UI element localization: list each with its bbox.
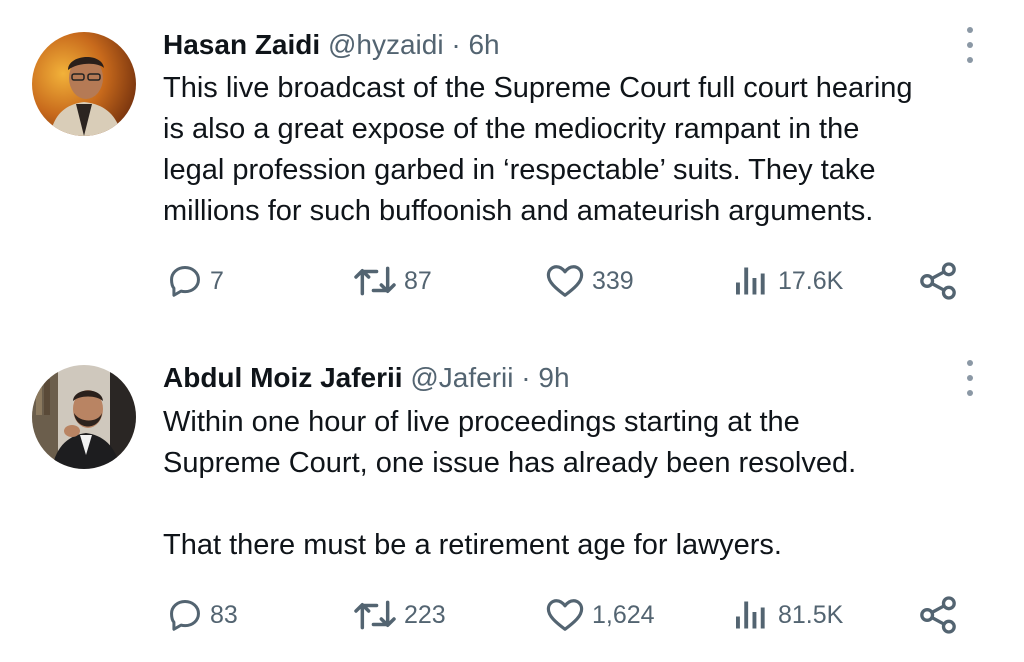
reply-count: 7 <box>210 266 224 295</box>
like-count: 1,624 <box>592 600 655 629</box>
timestamp[interactable]: 9h <box>538 362 569 393</box>
tweet-header: Abdul Moiz Jaferii @Jaferii · 9h <box>163 362 570 394</box>
views-icon <box>736 267 765 295</box>
share-icon <box>920 262 956 300</box>
tweet-actions: 7 87 339 17.6K <box>0 261 1024 301</box>
like-count: 339 <box>592 266 634 295</box>
views-count: 17.6K <box>778 266 844 295</box>
like-button[interactable]: 1,624 <box>544 595 655 635</box>
views-icon <box>736 601 765 629</box>
tweet-text: This live broadcast of the Supreme Court… <box>163 72 913 227</box>
author-name[interactable]: Abdul Moiz Jaferii <box>163 362 403 393</box>
retweet-count: 87 <box>404 266 432 295</box>
views-count: 81.5K <box>778 600 844 629</box>
timestamp[interactable]: 6h <box>468 29 499 60</box>
share-button[interactable] <box>918 595 958 635</box>
reply-button[interactable]: 83 <box>166 595 238 635</box>
separator-dot: · <box>521 362 531 393</box>
reply-icon <box>170 266 200 297</box>
retweet-button[interactable]: 87 <box>352 261 432 301</box>
reply-count: 83 <box>210 600 238 629</box>
separator-dot: · <box>451 29 461 60</box>
tweet-header: Hasan Zaidi @hyzaidi · 6h <box>163 29 500 61</box>
author-handle[interactable]: @hyzaidi <box>328 29 444 60</box>
share-icon <box>920 596 956 634</box>
retweet-icon <box>354 600 396 630</box>
reply-icon <box>170 600 200 631</box>
views-button[interactable]: 81.5K <box>733 595 843 635</box>
avatar[interactable] <box>32 365 136 469</box>
views-button[interactable]: 17.6K <box>733 261 843 301</box>
heart-icon <box>546 265 584 297</box>
author-name[interactable]: Hasan Zaidi <box>163 29 320 60</box>
like-button[interactable]: 339 <box>544 261 634 301</box>
more-dots-icon[interactable] <box>960 360 980 396</box>
tweet-actions: 83 223 1,624 81.5K <box>0 595 1024 635</box>
more-dots-icon[interactable] <box>960 27 980 63</box>
share-button[interactable] <box>918 261 958 301</box>
retweet-icon <box>354 266 396 296</box>
tweet-text: Within one hour of live proceedings star… <box>163 406 857 561</box>
author-handle[interactable]: @Jaferii <box>410 362 513 393</box>
retweet-count: 223 <box>404 600 446 629</box>
retweet-button[interactable]: 223 <box>352 595 446 635</box>
heart-icon <box>546 599 584 631</box>
avatar[interactable] <box>32 32 136 136</box>
reply-button[interactable]: 7 <box>166 261 224 301</box>
